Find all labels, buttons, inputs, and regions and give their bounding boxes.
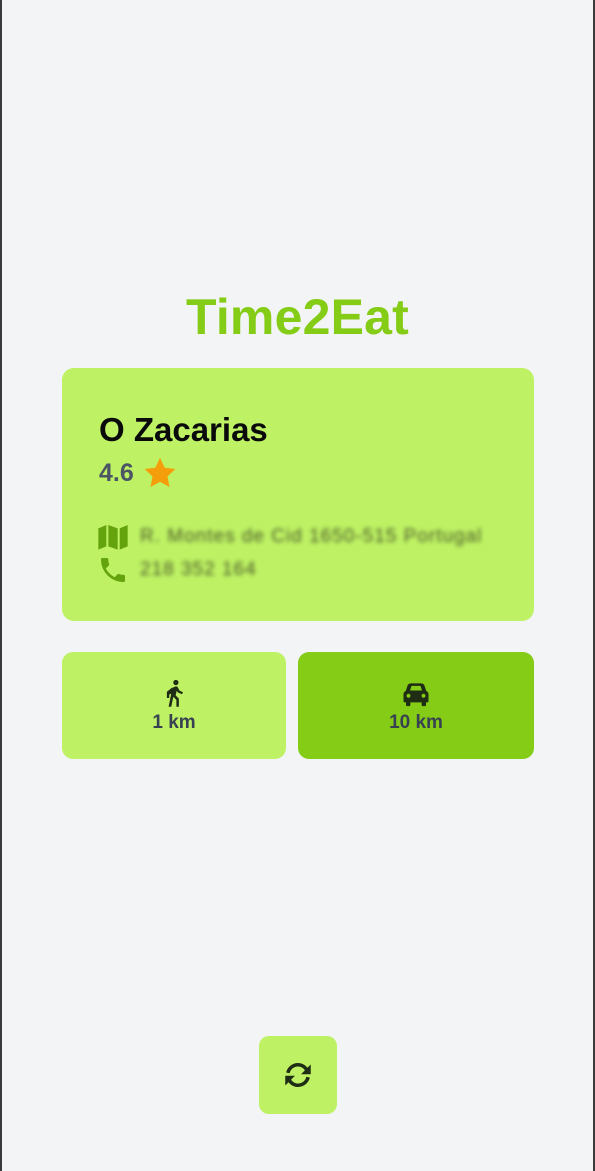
refresh-icon [285, 1063, 311, 1087]
map-icon [98, 525, 128, 550]
restaurant-card: O Zacarias 4.6 R. Montes de Cid 1650-515… [62, 368, 534, 621]
phone-icon [101, 558, 125, 582]
walking-distance: 1 km [152, 711, 196, 733]
phone-text: 218 352 164 [140, 559, 257, 580]
driving-mode-button[interactable]: 10 km [298, 652, 534, 759]
walking-person-icon [166, 679, 183, 707]
walking-mode-button[interactable]: 1 km [62, 652, 286, 759]
address-row[interactable]: R. Montes de Cid 1650-515 Portugal [97, 521, 482, 553]
phone-row[interactable]: 218 352 164 [97, 554, 257, 586]
car-icon [403, 682, 429, 706]
rating-row: 4.6 [99, 456, 178, 490]
restaurant-name: O Zacarias [99, 411, 268, 448]
app-title: Time2Eat [185, 289, 409, 345]
refresh-button[interactable] [259, 1036, 337, 1114]
rating-value: 4.6 [99, 458, 134, 487]
star-icon [144, 457, 176, 488]
address-text: R. Montes de Cid 1650-515 Portugal [140, 526, 483, 547]
driving-distance: 10 km [389, 711, 443, 733]
window-border-left [0, 0, 2, 1171]
